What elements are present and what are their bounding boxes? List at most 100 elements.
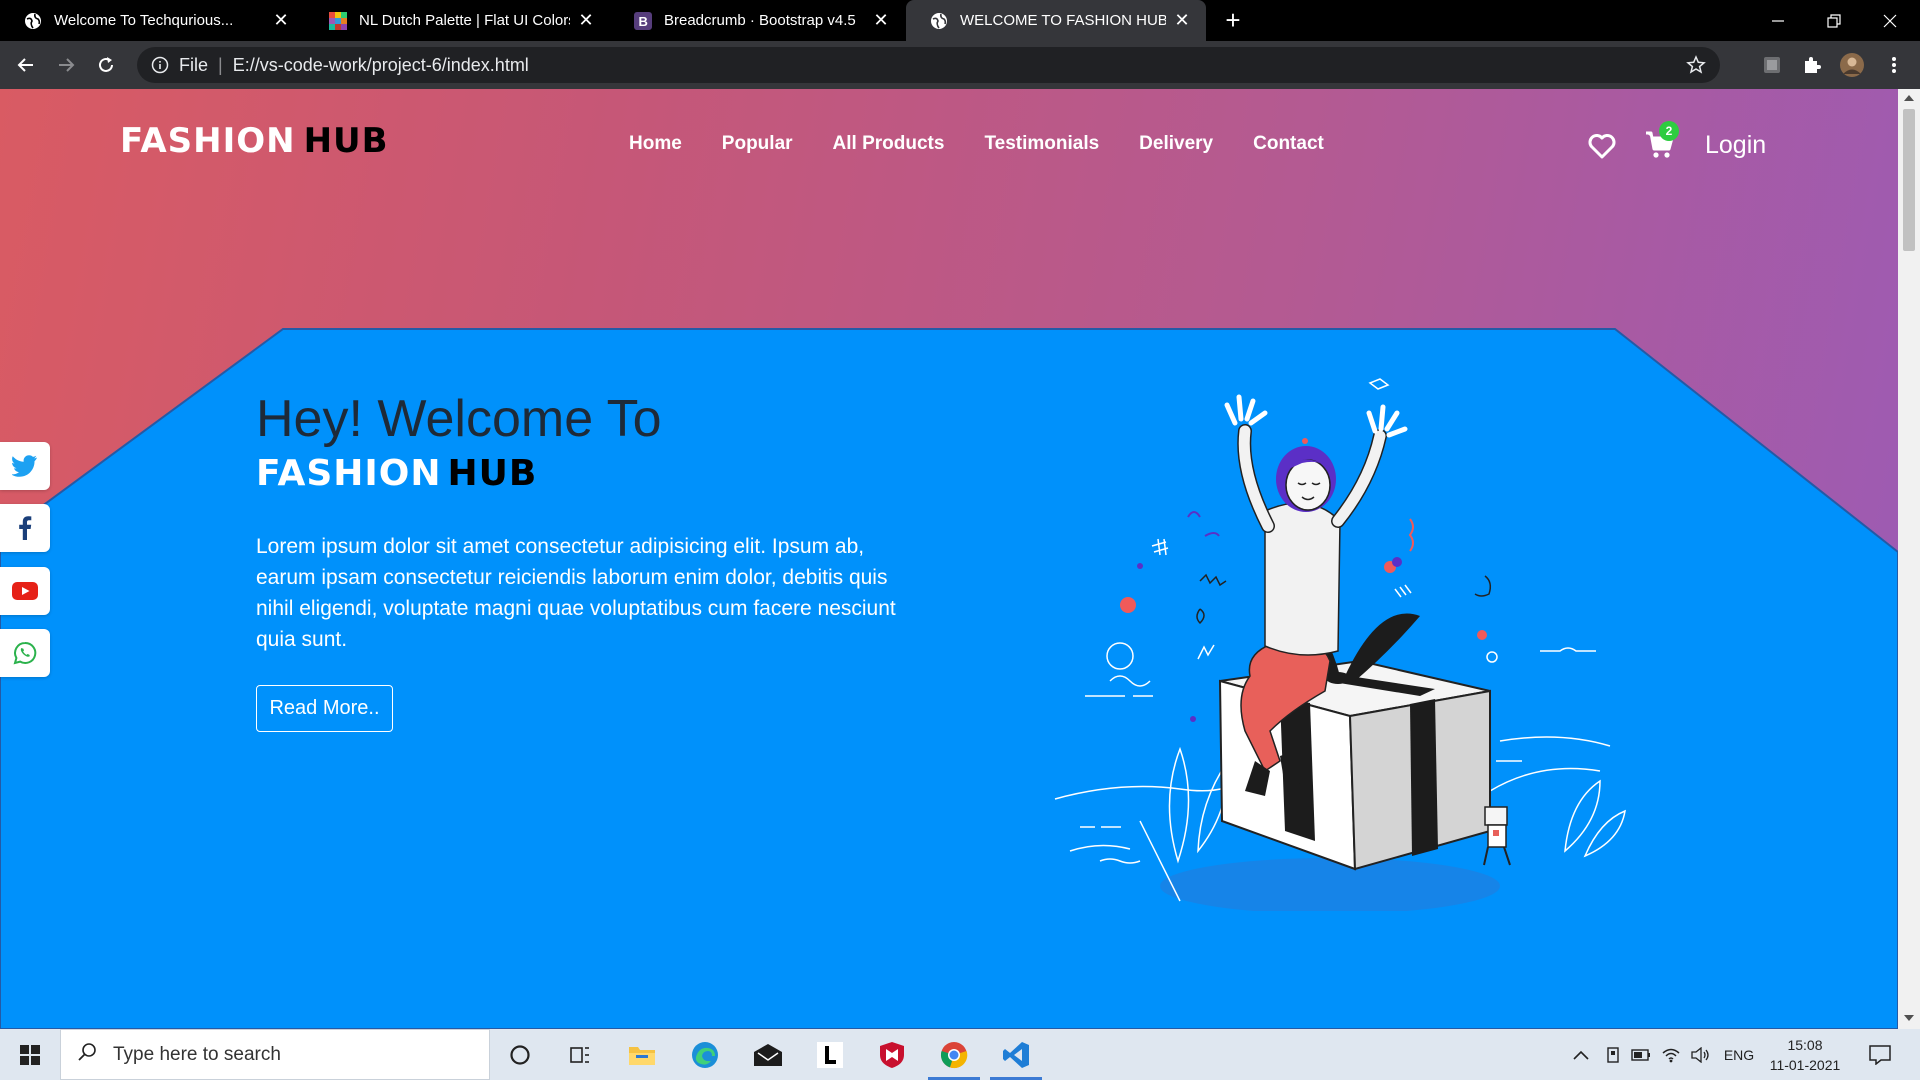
- cart-count-badge: 2: [1659, 121, 1679, 141]
- browser-tab-3[interactable]: B Breadcrumb · Bootstrap v4.5 ✕: [610, 0, 905, 41]
- language-indicator[interactable]: ENG: [1720, 1029, 1758, 1080]
- info-icon[interactable]: [151, 56, 169, 74]
- scroll-down-arrow[interactable]: [1904, 1015, 1914, 1021]
- l-app-button[interactable]: [800, 1029, 860, 1080]
- restore-button[interactable]: [1806, 0, 1862, 41]
- cortana-icon: [510, 1044, 530, 1065]
- browser-tab-strip: Welcome To Techqurious... ✕ NL Dutch Pal…: [0, 0, 1920, 41]
- whatsapp-link[interactable]: [0, 629, 50, 677]
- vscode-button[interactable]: [986, 1029, 1046, 1080]
- url-text[interactable]: E://vs-code-work/project-6/index.html: [233, 55, 529, 76]
- tab-title: Breadcrumb · Bootstrap v4.5: [664, 12, 856, 29]
- youtube-icon: [12, 582, 38, 600]
- main-nav: Home Popular All Products Testimonials D…: [629, 133, 1364, 155]
- profile-avatar[interactable]: [1840, 53, 1864, 77]
- nav-popular[interactable]: Popular: [722, 133, 793, 155]
- chrome-button[interactable]: [924, 1029, 984, 1080]
- twitter-icon: [12, 455, 37, 477]
- flat-ui-colors-icon: [329, 11, 347, 30]
- svg-text:B: B: [639, 14, 648, 29]
- close-tab-icon[interactable]: ✕: [271, 10, 291, 31]
- usb-device-icon[interactable]: [1600, 1029, 1626, 1080]
- browser-tab-4-active[interactable]: WELCOME TO FASHION HUB ✕: [906, 0, 1206, 41]
- facebook-link[interactable]: [0, 504, 50, 552]
- twitter-link[interactable]: [0, 442, 50, 490]
- battery-icon[interactable]: [1628, 1029, 1654, 1080]
- file-explorer-button[interactable]: [612, 1029, 672, 1080]
- taskbar-search[interactable]: Type here to search: [60, 1029, 490, 1080]
- nav-all-products[interactable]: All Products: [833, 133, 945, 155]
- edge-icon: [692, 1041, 718, 1068]
- page-scrollbar[interactable]: [1898, 89, 1920, 1029]
- site-logo[interactable]: FASHION HUB: [120, 121, 389, 161]
- task-view-icon: [570, 1046, 589, 1063]
- gift-box-girl-illustration: [1054, 378, 1626, 911]
- divider: |: [218, 54, 223, 75]
- minimize-button[interactable]: [1750, 0, 1806, 41]
- notification-icon: [1869, 1044, 1891, 1065]
- search-icon: [77, 1042, 97, 1068]
- clock-date: 11-01-2021: [1769, 1057, 1841, 1073]
- mail-button[interactable]: [738, 1029, 798, 1080]
- l-app-icon: [817, 1041, 843, 1068]
- reload-button[interactable]: [92, 51, 120, 79]
- chevron-up-icon: [1573, 1050, 1589, 1060]
- extensions-puzzle-icon[interactable]: [1800, 53, 1824, 77]
- mail-icon: [754, 1043, 782, 1066]
- forward-button[interactable]: [52, 51, 80, 79]
- close-tab-icon[interactable]: ✕: [871, 10, 891, 31]
- page-viewport: FASHION HUB Home Popular All Products Tes…: [0, 89, 1898, 1029]
- whatsapp-icon: [13, 641, 37, 665]
- nav-delivery[interactable]: Delivery: [1139, 133, 1213, 155]
- tab-title: NL Dutch Palette | Flat UI Colors: [359, 12, 570, 29]
- start-button[interactable]: [0, 1029, 60, 1080]
- back-button[interactable]: [12, 51, 40, 79]
- heart-icon[interactable]: [1588, 133, 1616, 164]
- logo-part-2: HUB: [303, 121, 389, 161]
- tab-title: Welcome To Techqurious...: [54, 12, 234, 29]
- browser-toolbar: File | E://vs-code-work/project-6/index.…: [0, 41, 1920, 89]
- close-tab-icon[interactable]: ✕: [576, 10, 596, 31]
- scrollbar-thumb[interactable]: [1903, 109, 1915, 251]
- bootstrap-icon: B: [634, 11, 652, 30]
- mcafee-shield-icon: [880, 1041, 904, 1068]
- extension-icon[interactable]: [1760, 53, 1784, 77]
- nav-testimonials[interactable]: Testimonials: [984, 133, 1099, 155]
- new-tab-button[interactable]: +: [1220, 7, 1246, 34]
- browser-tab-2[interactable]: NL Dutch Palette | Flat UI Colors ✕: [305, 0, 610, 41]
- edge-button[interactable]: [675, 1029, 735, 1080]
- scroll-up-arrow[interactable]: [1904, 95, 1914, 101]
- kebab-menu-icon[interactable]: [1882, 53, 1906, 77]
- search-placeholder: Type here to search: [113, 1043, 281, 1065]
- hero-brand: FASHION HUB: [256, 453, 537, 494]
- task-view-button[interactable]: [550, 1029, 610, 1080]
- login-link[interactable]: Login: [1705, 131, 1766, 160]
- wifi-icon[interactable]: [1658, 1029, 1684, 1080]
- browser-tab-1[interactable]: Welcome To Techqurious... ✕: [0, 0, 305, 41]
- bookmark-star-icon[interactable]: [1686, 55, 1706, 80]
- read-more-button[interactable]: Read More..: [256, 685, 393, 732]
- notifications-button[interactable]: [1862, 1029, 1898, 1080]
- windows-icon: [20, 1044, 40, 1065]
- youtube-link[interactable]: [0, 567, 50, 615]
- hero-title: Hey! Welcome To: [256, 390, 662, 448]
- nav-home[interactable]: Home: [629, 133, 682, 155]
- close-window-button[interactable]: [1862, 0, 1918, 41]
- facebook-icon: [19, 516, 32, 540]
- windows-taskbar: Type here to search ENG 15:08 11-01-2021: [0, 1029, 1920, 1080]
- hero-brand-part-1: FASHION: [256, 453, 442, 494]
- cortana-button[interactable]: [490, 1029, 550, 1080]
- address-bar[interactable]: File | E://vs-code-work/project-6/index.…: [137, 47, 1720, 83]
- hero-brand-part-2: HUB: [447, 453, 538, 494]
- vscode-icon: [1003, 1041, 1029, 1068]
- show-hidden-icons[interactable]: [1568, 1029, 1594, 1080]
- taskbar-clock[interactable]: 15:08 11-01-2021: [1760, 1035, 1850, 1075]
- hero-description: Lorem ipsum dolor sit amet consectetur a…: [256, 535, 896, 651]
- globe-icon: [24, 12, 42, 30]
- nav-contact[interactable]: Contact: [1253, 133, 1324, 155]
- clock-time: 15:08: [1787, 1037, 1823, 1053]
- mcafee-button[interactable]: [862, 1029, 922, 1080]
- close-tab-icon[interactable]: ✕: [1172, 10, 1192, 31]
- volume-icon[interactable]: [1688, 1029, 1714, 1080]
- chrome-icon: [940, 1041, 968, 1068]
